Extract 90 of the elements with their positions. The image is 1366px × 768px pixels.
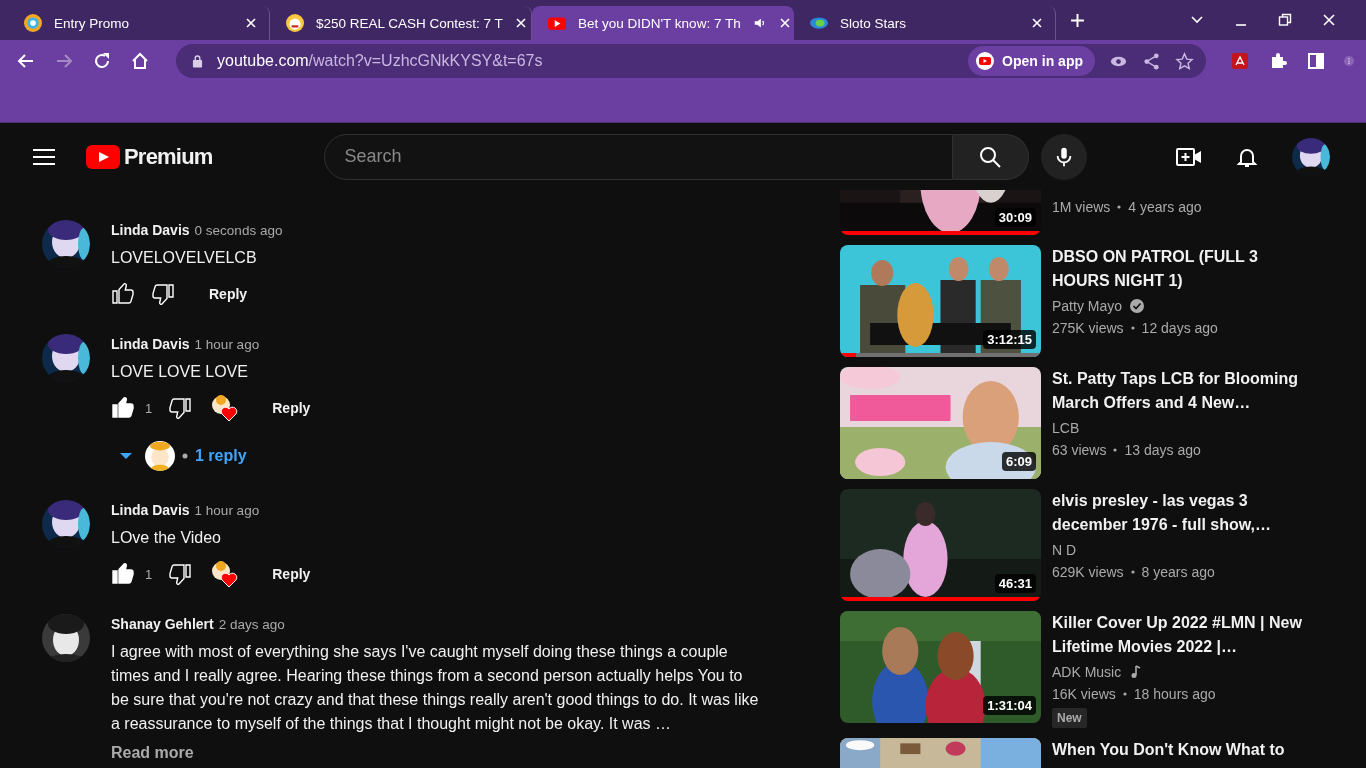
lock-icon bbox=[192, 54, 203, 68]
close-tab-icon[interactable] bbox=[778, 17, 791, 29]
upload-age: 4 years ago bbox=[1128, 198, 1202, 217]
side-panel-icon[interactable] bbox=[1306, 51, 1326, 71]
caret-down-icon[interactable] bbox=[119, 452, 133, 460]
reply-button[interactable]: Reply bbox=[256, 558, 327, 590]
address-bar[interactable]: youtube.com/watch?v=UzhcGNkKYSY&t=67s Open in app bbox=[176, 44, 1206, 78]
video-title[interactable]: DBSO ON PATROL (FULL 3 HOURS NIGHT 1) bbox=[1052, 245, 1317, 293]
separator-dot-icon bbox=[182, 453, 188, 459]
close-tab-icon[interactable] bbox=[514, 17, 527, 29]
comment-author[interactable]: Linda Davis bbox=[111, 334, 190, 354]
search-icon bbox=[978, 144, 1003, 169]
search-field[interactable]: Search bbox=[323, 133, 953, 180]
new-tab-icon[interactable] bbox=[1070, 12, 1085, 28]
view-count: 629K views bbox=[1052, 563, 1124, 582]
close-tab-icon[interactable] bbox=[1031, 17, 1043, 29]
browser-tab[interactable]: Bet you DIDN'T know: 7 Th bbox=[532, 6, 794, 40]
separator-dot-icon bbox=[1117, 205, 1122, 209]
like-count: 1 bbox=[145, 400, 153, 416]
logo-text[interactable]: Premium bbox=[124, 143, 213, 170]
separator-dot-icon bbox=[1113, 448, 1118, 452]
star-icon[interactable] bbox=[1175, 51, 1194, 71]
comment-text: LOVE LOVE LOVE bbox=[111, 362, 248, 382]
new-badge: New bbox=[1052, 708, 1087, 728]
youtube-icon bbox=[976, 52, 995, 70]
video-duration: 46:31 bbox=[994, 574, 1036, 593]
upload-age: 18 hours ago bbox=[1133, 685, 1216, 704]
read-more-link[interactable]: Read more bbox=[111, 741, 194, 765]
view-count: 16K views bbox=[1052, 685, 1116, 704]
restore-icon[interactable] bbox=[1278, 13, 1292, 27]
dislike-icon[interactable] bbox=[168, 396, 193, 420]
dislike-icon[interactable] bbox=[168, 562, 193, 586]
like-icon[interactable] bbox=[111, 396, 135, 420]
channel-name[interactable]: ADK Music bbox=[1052, 661, 1122, 683]
reply-button[interactable]: Reply bbox=[256, 392, 327, 424]
video-duration: 1:31:04 bbox=[983, 696, 1036, 715]
video-title[interactable]: When You Don't Know What to bbox=[1052, 738, 1317, 762]
pdf-icon[interactable] bbox=[1230, 51, 1250, 71]
comment-text: LOVELOVELVELCB bbox=[111, 248, 257, 268]
spiral-icon bbox=[24, 14, 42, 32]
close-window-icon[interactable] bbox=[1322, 13, 1336, 27]
view-count: 275K views bbox=[1052, 319, 1124, 338]
upload-age: 8 years ago bbox=[1141, 563, 1215, 582]
tab-title: Bet you DIDN'T know: 7 Th bbox=[578, 15, 741, 31]
close-tab-icon[interactable] bbox=[245, 17, 257, 29]
reload-icon[interactable] bbox=[92, 51, 112, 71]
comment-author[interactable]: Linda Davis bbox=[111, 500, 190, 520]
comment-time[interactable]: 2 days ago bbox=[218, 615, 285, 635]
speaker-icon[interactable] bbox=[752, 16, 767, 30]
comment-time[interactable]: 1 hour ago bbox=[194, 335, 260, 355]
channel-name[interactable]: LCB bbox=[1052, 417, 1080, 439]
comment-text: I agree with most of everything she says I've caught myself doing these things a couple times and I really agree. Hearing these things from a second person actually helps You to be sure that you're not crazy and that these things really aren't good things to do. It was like a reassurance to myself of the things that I thought might not be okay. It was … bbox=[111, 642, 760, 734]
reply-button[interactable]: Reply bbox=[193, 278, 264, 310]
comment-author[interactable]: Linda Davis bbox=[111, 220, 190, 240]
like-icon[interactable] bbox=[111, 282, 135, 306]
view-count: 1M views bbox=[1052, 198, 1111, 217]
channel-name[interactable]: N D bbox=[1052, 539, 1077, 561]
play-logo-icon[interactable] bbox=[86, 144, 120, 169]
comment-time[interactable]: 0 seconds ago bbox=[194, 221, 283, 241]
video-duration: 3:12:15 bbox=[983, 330, 1036, 349]
view-count: 63 views bbox=[1052, 441, 1107, 460]
upload-age: 13 days ago bbox=[1124, 441, 1201, 460]
video-duration: 30:09 bbox=[994, 208, 1036, 227]
dislike-icon[interactable] bbox=[151, 282, 175, 306]
replies-link[interactable]: 1 reply bbox=[195, 447, 247, 465]
like-icon[interactable] bbox=[111, 562, 135, 586]
tab-title: $250 REAL CASH Contest: 7 T bbox=[316, 15, 503, 31]
like-count: 1 bbox=[145, 566, 153, 582]
tab-title: Entry Promo bbox=[54, 15, 131, 31]
search-button[interactable] bbox=[952, 133, 1029, 180]
separator-dot-icon bbox=[1130, 326, 1135, 330]
verified-check-icon bbox=[1130, 299, 1145, 313]
video-title[interactable]: Killer Cover Up 2022 #LMN | New Lifetime Movies 2022 |… bbox=[1052, 611, 1317, 659]
youtube-icon bbox=[548, 14, 566, 32]
separator-dot-icon bbox=[1122, 692, 1127, 696]
comment-author[interactable]: Shanay Gehlert bbox=[111, 614, 214, 634]
channel-name[interactable]: Patty Mayo bbox=[1052, 295, 1123, 317]
home-icon[interactable] bbox=[130, 51, 150, 71]
video-title[interactable]: elvis presley - las vegas 3 december 1976 - full show,… bbox=[1052, 489, 1317, 537]
comment-text: LOve the Video bbox=[111, 528, 221, 548]
emoji-icon bbox=[286, 14, 304, 32]
share-icon[interactable] bbox=[1142, 51, 1161, 71]
tab-title: Sloto Stars bbox=[840, 15, 908, 31]
open-in-app-button[interactable]: Open in app bbox=[968, 46, 1095, 76]
video-duration: 6:09 bbox=[1001, 452, 1036, 471]
star-logo-icon bbox=[810, 14, 828, 32]
video-title[interactable]: St. Patty Taps LCB for Blooming March Offers and 4 New… bbox=[1052, 367, 1317, 415]
separator-dot-icon bbox=[1130, 570, 1135, 574]
comment-time[interactable]: 1 hour ago bbox=[194, 501, 260, 521]
upload-age: 12 days ago bbox=[1141, 319, 1218, 338]
